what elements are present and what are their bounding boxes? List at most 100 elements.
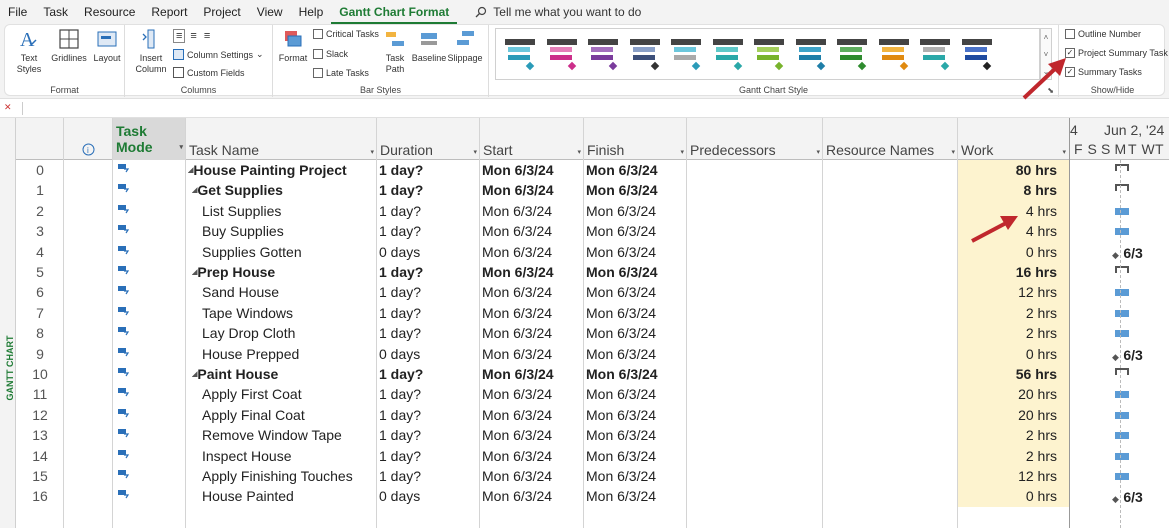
resource-names-cell[interactable] (825, 180, 956, 201)
table-row[interactable]: 10 ◢Paint House 1 day? Mon 6/3/24 Mon 6/3/24… (16, 364, 1069, 385)
finish-cell[interactable]: Mon 6/3/24 (586, 446, 686, 467)
resource-names-cell[interactable] (825, 405, 956, 426)
resource-names-cell[interactable] (825, 364, 956, 385)
duration-cell[interactable]: 1 day? (379, 425, 479, 446)
gantt-style-swatch[interactable] (918, 35, 952, 73)
task-name-cell[interactable]: Apply Final Coat (202, 405, 375, 426)
menu-view[interactable]: View (249, 0, 291, 24)
finish-cell[interactable]: Mon 6/3/24 (586, 160, 686, 181)
work-cell[interactable]: 2 hrs (960, 323, 1057, 344)
menu-gantt-chart-format[interactable]: Gantt Chart Format (331, 0, 458, 24)
task-name-cell[interactable]: List Supplies (202, 201, 375, 222)
task-name-cell[interactable]: House Painted (202, 486, 375, 507)
predecessors-cell[interactable] (689, 201, 821, 222)
start-cell[interactable]: Mon 6/3/24 (482, 201, 582, 222)
predecessors-cell[interactable] (689, 384, 821, 405)
column-settings-button[interactable]: Column Settings ⌄ (173, 49, 264, 60)
gantt-style-swatch[interactable] (960, 35, 994, 73)
duration-cell[interactable]: 0 days (379, 486, 479, 507)
start-cell[interactable]: Mon 6/3/24 (482, 282, 582, 303)
table-row[interactable]: 9 House Prepped 0 days Mon 6/3/24 Mon 6/3/24… (16, 344, 1069, 365)
work-filter-icon[interactable]: ▾ (1062, 148, 1066, 156)
start-cell[interactable]: Mon 6/3/24 (482, 323, 582, 344)
table-row[interactable]: 2 List Supplies 1 day? Mon 6/3/24 Mon 6/3/24… (16, 201, 1069, 222)
predecessors-cell[interactable] (689, 242, 821, 263)
predecessors-cell[interactable] (689, 486, 821, 507)
duration-cell[interactable]: 0 days (379, 344, 479, 365)
menu-report[interactable]: Report (143, 0, 195, 24)
table-row[interactable]: 6 Sand House 1 day? Mon 6/3/24 Mon 6/3/24 12 … (16, 282, 1069, 303)
task-bar[interactable] (1115, 330, 1129, 338)
task-bar[interactable] (1115, 391, 1129, 399)
work-cell[interactable]: 12 hrs (960, 466, 1057, 487)
table-row[interactable]: 12 Apply Final Coat 1 day? Mon 6/3/24 Mon 6/… (16, 405, 1069, 426)
summary-bar[interactable] (1115, 368, 1129, 375)
task-bar[interactable] (1115, 411, 1129, 419)
duration-cell[interactable]: 1 day? (379, 405, 479, 426)
align-right-icon[interactable]: ≡ (202, 30, 212, 42)
menu-file[interactable]: File (0, 0, 35, 24)
finish-cell[interactable]: Mon 6/3/24 (586, 364, 686, 385)
predecessors-cell[interactable] (689, 180, 821, 201)
finish-cell[interactable]: Mon 6/3/24 (586, 466, 686, 487)
start-cell[interactable]: Mon 6/3/24 (482, 262, 582, 283)
start-cell[interactable]: Mon 6/3/24 (482, 486, 582, 507)
task-name-cell[interactable]: Apply Finishing Touches (202, 466, 375, 487)
gantt-style-swatch[interactable] (711, 35, 745, 73)
tell-me-box[interactable]: Tell me what you want to do (475, 5, 641, 19)
start-cell[interactable]: Mon 6/3/24 (482, 180, 582, 201)
gridlines-button[interactable]: Gridlines (49, 27, 89, 64)
finish-cell[interactable]: Mon 6/3/24 (586, 425, 686, 446)
slack-checkbox[interactable]: Slack (313, 49, 348, 59)
resource-names-cell[interactable] (825, 201, 956, 222)
gantt-style-swatch[interactable] (835, 35, 869, 73)
task-name-cell[interactable]: Buy Supplies (202, 221, 375, 242)
predecessors-cell[interactable] (689, 221, 821, 242)
gantt-style-swatch[interactable] (669, 35, 703, 73)
finish-cell[interactable]: Mon 6/3/24 (586, 303, 686, 324)
finish-cell[interactable]: Mon 6/3/24 (586, 221, 686, 242)
duration-cell[interactable]: 1 day? (379, 446, 479, 467)
table-row[interactable]: 3 Buy Supplies 1 day? Mon 6/3/24 Mon 6/3/24 4… (16, 221, 1069, 242)
work-cell[interactable]: 2 hrs (960, 303, 1057, 324)
finish-cell[interactable]: Mon 6/3/24 (586, 242, 686, 263)
menu-resource[interactable]: Resource (76, 0, 143, 24)
duration-cell[interactable]: 0 days (379, 242, 479, 263)
milestone[interactable]: ◆ 6/3 (1112, 245, 1143, 263)
resource-names-cell[interactable] (825, 242, 956, 263)
task-name-cell[interactable]: Remove Window Tape (202, 425, 375, 446)
gantt-style-swatch[interactable] (877, 35, 911, 73)
work-cell[interactable]: 20 hrs (960, 405, 1057, 426)
finish-cell[interactable]: Mon 6/3/24 (586, 201, 686, 222)
work-cell[interactable]: 16 hrs (960, 262, 1057, 283)
resource-names-cell[interactable] (825, 262, 956, 283)
start-cell[interactable]: Mon 6/3/24 (482, 344, 582, 365)
header-work[interactable]: Work ▾ (958, 118, 1069, 160)
work-cell[interactable]: 12 hrs (960, 282, 1057, 303)
resource-names-cell[interactable] (825, 384, 956, 405)
finish-cell[interactable]: Mon 6/3/24 (586, 262, 686, 283)
duration-cell[interactable]: 1 day? (379, 384, 479, 405)
resource-names-cell[interactable] (825, 323, 956, 344)
layout-button[interactable]: Layout (89, 27, 125, 64)
duration-cell[interactable]: 1 day? (379, 364, 479, 385)
late-tasks-checkbox[interactable]: Late Tasks (313, 68, 369, 78)
align-left-icon[interactable]: ≡ (173, 29, 186, 43)
resource-names-cell[interactable] (825, 486, 956, 507)
project-summary-task-checkbox[interactable]: ✓ Project Summary Task (1065, 48, 1168, 58)
summary-bar[interactable] (1115, 164, 1129, 171)
milestone[interactable]: ◆ 6/3 (1112, 347, 1143, 365)
table-row[interactable]: 15 Apply Finishing Touches 1 day? Mon 6/3/2… (16, 466, 1069, 487)
entry-bar[interactable]: ✕ (0, 98, 1169, 118)
gantt-style-swatch[interactable] (752, 35, 786, 73)
summary-tasks-checkbox[interactable]: ✓ Summary Tasks (1065, 67, 1142, 77)
task-name-cell[interactable]: Lay Drop Cloth (202, 323, 375, 344)
resource-names-cell[interactable] (825, 221, 956, 242)
resource-names-cell[interactable] (825, 425, 956, 446)
table-row[interactable]: 5 ◢Prep House 1 day? Mon 6/3/24 Mon 6/3/24 16… (16, 262, 1069, 283)
task-name-cell[interactable]: Supplies Gotten (202, 242, 375, 263)
duration-cell[interactable]: 1 day? (379, 282, 479, 303)
task-bar[interactable] (1115, 289, 1129, 297)
predecessors-cell[interactable] (689, 446, 821, 467)
start-cell[interactable]: Mon 6/3/24 (482, 405, 582, 426)
